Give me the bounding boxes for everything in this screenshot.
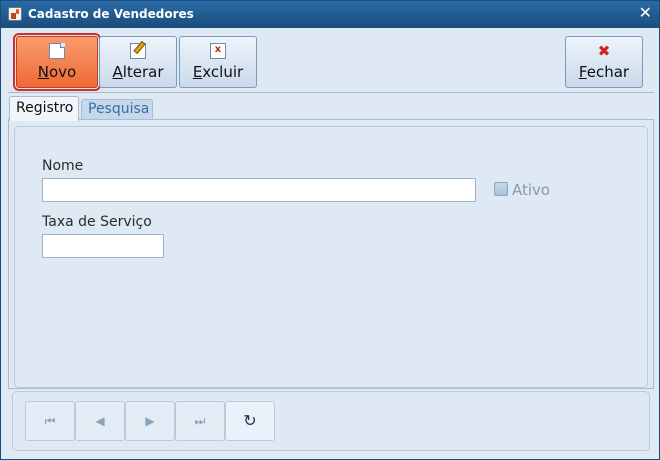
last-icon: ⏭	[194, 414, 206, 428]
cadastro-vendedores-window: Cadastro de Vendedores ✕ Novo Alterar x …	[0, 0, 660, 460]
excluir-button[interactable]: x Excluir	[179, 36, 257, 88]
delete-document-icon: x	[210, 43, 226, 59]
prev-icon: ◀	[95, 414, 105, 428]
ativo-label: Ativo	[512, 181, 551, 199]
registro-panel: Nome Ativo Taxa de Serviço	[8, 119, 654, 389]
edit-document-icon	[130, 43, 146, 59]
prev-record-button[interactable]: ◀	[75, 401, 125, 441]
alterar-button[interactable]: Alterar	[99, 36, 177, 88]
refresh-button[interactable]: ↻	[225, 401, 275, 441]
form-group: Nome Ativo Taxa de Serviço	[14, 126, 648, 388]
novo-button[interactable]: Novo	[13, 33, 101, 91]
record-navigator: ⏮ ◀ ▶ ⏭ ↻	[12, 391, 650, 451]
next-icon: ▶	[145, 414, 155, 428]
close-red-icon: ✖	[597, 42, 611, 60]
nome-input[interactable]	[42, 178, 476, 202]
ativo-checkbox[interactable]	[494, 182, 508, 196]
close-window-button[interactable]: ✕	[639, 4, 652, 22]
refresh-icon: ↻	[243, 411, 257, 430]
nome-label: Nome	[42, 158, 84, 174]
app-icon	[8, 7, 22, 21]
tab-pesquisa[interactable]: Pesquisa	[81, 99, 153, 120]
toolbar: Novo Alterar x Excluir ✖ Fechar	[8, 29, 654, 93]
window-title: Cadastro de Vendedores	[28, 7, 194, 21]
taxa-servico-input[interactable]	[42, 234, 164, 258]
last-record-button[interactable]: ⏭	[175, 401, 225, 441]
taxa-servico-label: Taxa de Serviço	[42, 214, 152, 230]
title-bar: Cadastro de Vendedores ✕	[1, 1, 659, 28]
tab-registro[interactable]: Registro	[9, 96, 79, 121]
fechar-button[interactable]: ✖ Fechar	[565, 36, 643, 88]
new-document-icon	[49, 43, 65, 59]
first-record-button[interactable]: ⏮	[25, 401, 75, 441]
next-record-button[interactable]: ▶	[125, 401, 175, 441]
first-icon: ⏮	[44, 414, 56, 428]
